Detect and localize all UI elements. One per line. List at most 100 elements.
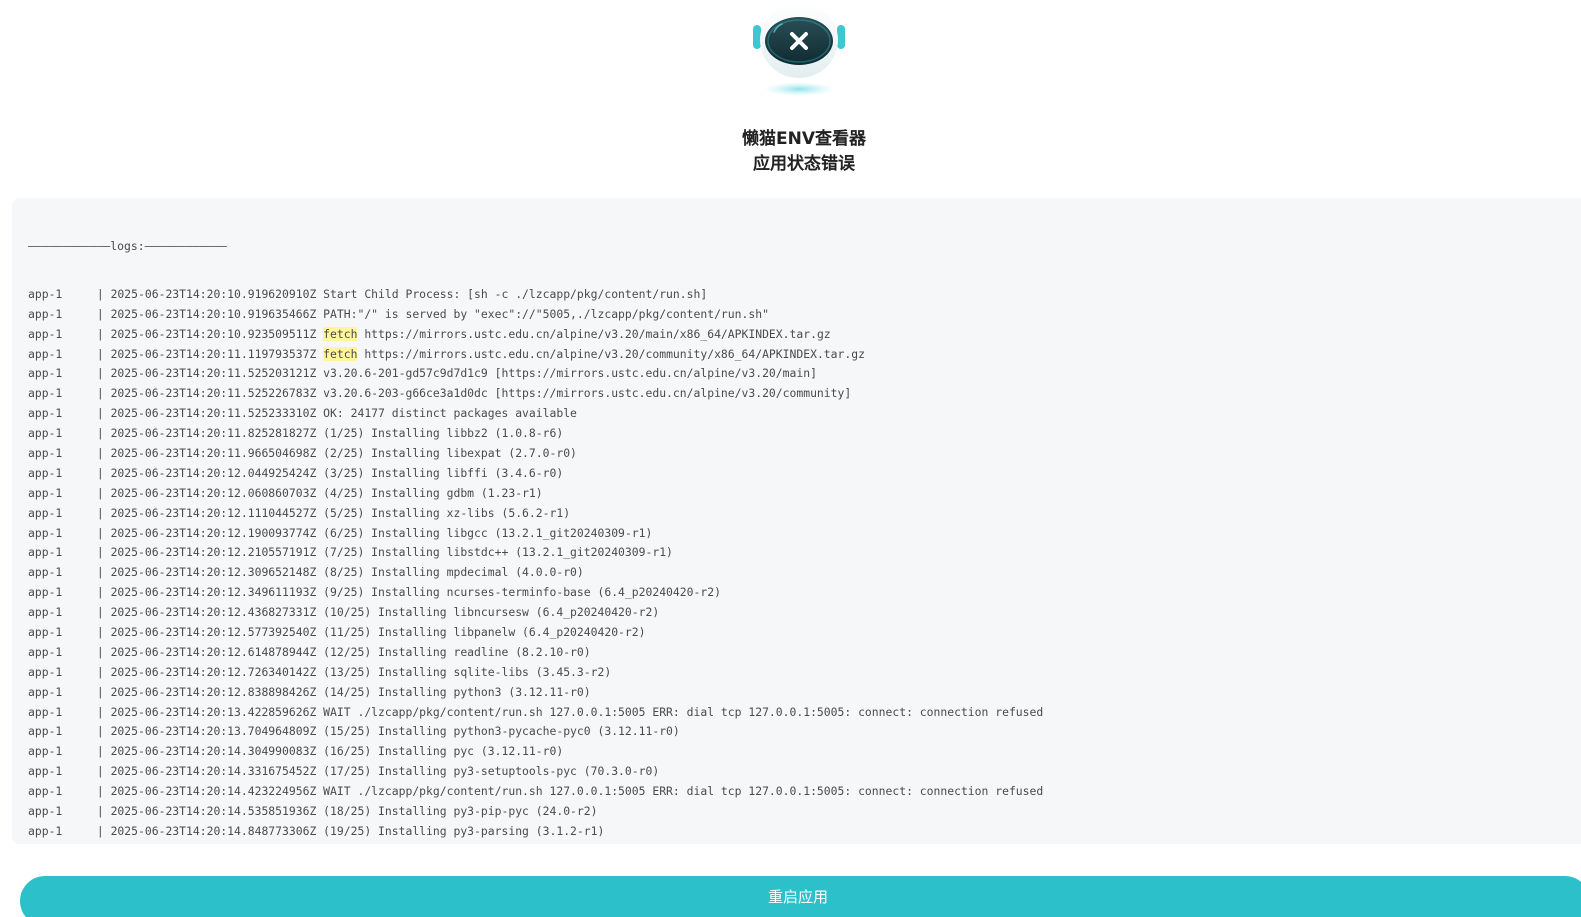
log-timestamp: 2025-06-23T14:20:12.060860703Z xyxy=(110,485,317,500)
log-service-name: app-1 xyxy=(28,784,63,799)
log-timestamp: 2025-06-23T14:20:13.422859626Z xyxy=(110,704,317,719)
log-line: app-1 | 2025-06-23T14:20:11.525233310Z O… xyxy=(28,404,1043,424)
log-message: Start Child Process: [sh -c ./lzcapp/pkg… xyxy=(323,286,708,301)
log-message: (14/25) Installing python3 (3.12.11-r0) xyxy=(323,684,591,699)
log-line: app-1 | 2025-06-23T14:20:12.614878944Z (… xyxy=(28,643,1043,663)
log-timestamp: 2025-06-23T14:20:14.848773306Z xyxy=(110,823,317,838)
log-message: WAIT ./lzcapp/pkg/content/run.sh 127.0.0… xyxy=(323,784,1044,799)
log-separator: | xyxy=(90,446,111,461)
log-separator: | xyxy=(90,346,111,361)
title-block: 懒猫ENV查看器 应用状态错误 xyxy=(0,127,1581,177)
log-service-name: app-1 xyxy=(28,644,63,659)
log-line: app-1 | 2025-06-23T14:20:12.349611193Z (… xyxy=(28,583,1043,603)
log-service-name: app-1 xyxy=(28,465,63,480)
log-service-name: app-1 xyxy=(28,346,63,361)
status-title: 应用状态错误 xyxy=(753,154,855,174)
log-separator: | xyxy=(90,764,111,779)
log-line: app-1 | 2025-06-23T14:20:12.190093774Z (… xyxy=(28,524,1043,544)
log-message: (18/25) Installing py3-pip-pyc (24.0-r2) xyxy=(323,804,598,819)
log-message: PATH:"/" is served by "exec"://"5005,./l… xyxy=(323,306,769,321)
log-timestamp: 2025-06-23T14:20:12.210557191Z xyxy=(110,545,317,560)
log-service-name: app-1 xyxy=(28,744,63,759)
log-service-name: app-1 xyxy=(28,565,63,580)
log-line: app-1 | 2025-06-23T14:20:10.919620910Z S… xyxy=(28,285,1043,305)
log-timestamp: 2025-06-23T14:20:11.119793537Z xyxy=(110,346,317,361)
log-line: app-1 | 2025-06-23T14:20:12.060860703Z (… xyxy=(28,484,1043,504)
log-line: app-1 | 2025-06-23T14:20:13.422859626Z W… xyxy=(28,703,1043,723)
log-separator: | xyxy=(90,684,111,699)
log-service-name: app-1 xyxy=(28,366,63,381)
log-timestamp: 2025-06-23T14:20:12.838898426Z xyxy=(110,684,317,699)
log-separator: | xyxy=(90,804,111,819)
log-service-name: app-1 xyxy=(28,842,90,845)
log-panel[interactable]: ————————————logs:———————————— app-1 | 20… xyxy=(12,198,1581,844)
log-separator: | xyxy=(90,366,111,381)
log-service-name: app-1 xyxy=(28,804,63,819)
log-timestamp: 2025-06-23T14:20:12.309652148Z xyxy=(110,565,317,580)
log-service-name: app-1 xyxy=(28,545,63,560)
log-service-name: app-1 xyxy=(28,306,63,321)
log-separator: | xyxy=(90,465,111,480)
log-timestamp: 2025-06-23T14:20:12.044925424Z xyxy=(110,465,317,480)
restart-app-button[interactable]: 重启应用 xyxy=(20,876,1581,917)
log-line: app-1 | 2025-06-23T14:20:11.525226783Z v… xyxy=(28,384,1043,404)
log-timestamp: 2025-06-23T14:20:10.919620910Z xyxy=(110,286,317,301)
log-line: app-1 | 2025-06-23T14:20:12.838898426Z (… xyxy=(28,683,1043,703)
log-message: https://mirrors.ustc.edu.cn/alpine/v3.20… xyxy=(357,346,865,361)
log-separator: | xyxy=(90,565,111,580)
log-timestamp: 2025-06-23T14:20:11.525233310Z xyxy=(110,406,317,421)
log-line: app-1 | 2025-06-23T14:20:12.726340142Z (… xyxy=(28,663,1043,683)
log-timestamp: 2025-06-23T14:20:12.349611193Z xyxy=(110,585,317,600)
log-separator: | xyxy=(90,744,111,759)
log-line: app-1 | 2025-06-23T14:20:11.525203121Z v… xyxy=(28,364,1043,384)
log-message: v3.20.6-203-g66ce3a1d0dc [https://mirror… xyxy=(323,386,852,401)
log-timestamp: 2025-06-23T14:20:11.525203121Z xyxy=(110,366,317,381)
log-message: (16/25) Installing pyc (3.12.11-r0) xyxy=(323,744,564,759)
log-line: app-1 | 2025-06-23T14:20:11.825281827Z (… xyxy=(28,424,1043,444)
log-service-name: app-1 xyxy=(28,724,63,739)
log-service-name: app-1 xyxy=(28,764,63,779)
log-message: (4/25) Installing gdbm (1.23-r1) xyxy=(323,485,543,500)
log-separator: | xyxy=(90,625,111,640)
log-message: (8/25) Installing mpdecimal (4.0.0-r0) xyxy=(323,565,584,580)
log-timestamp: 2025-06-23T14:20:11.825281827Z xyxy=(110,426,317,441)
log-service-name: app-1 xyxy=(28,823,63,838)
log-lines: app-1 | 2025-06-23T14:20:10.919620910Z S… xyxy=(28,285,1043,844)
log-line: app-1 | 2025-06-23T14:20:11.966504698Z (… xyxy=(28,444,1043,464)
log-line: app-1 | 2025-06-23T14:20:14.423224956Z W… xyxy=(28,782,1043,802)
log-separator: | xyxy=(90,664,111,679)
restart-app-label: 重启应用 xyxy=(767,888,828,906)
log-service-name: app-1 xyxy=(28,525,63,540)
log-highlight: fetch xyxy=(323,346,358,361)
log-separator: | xyxy=(90,704,111,719)
log-line: app-1 | 2025-06-23T14:20:14.331675452Z (… xyxy=(28,762,1043,782)
log-line: app-1 | 2025-06-23T14:20:14.848773306Z (… xyxy=(28,822,1043,842)
log-line: app-1 | 2025-06-23T14:20:12.577392540Z (… xyxy=(28,623,1043,643)
log-line: app-1 | 2025-06-23T14:20:12.111044527Z (… xyxy=(28,504,1043,524)
log-timestamp: 2025-06-23T14:20:14.535851936Z xyxy=(110,804,317,819)
log-message: OK: 24177 distinct packages available xyxy=(323,406,577,421)
log-service-name: app-1 xyxy=(28,704,63,719)
log-service-name: app-1 xyxy=(28,684,63,699)
log-message: (10/25) Installing libncursesw (6.4_p202… xyxy=(323,605,660,620)
log-timestamp: 2025-06-23T14:20:13.704964809Z xyxy=(110,724,317,739)
log-content: ————————————logs:———————————— app-1 | 20… xyxy=(28,209,1043,844)
log-separator: | xyxy=(90,426,111,441)
log-timestamp: 2025-06-23T14:20:12.726340142Z xyxy=(110,664,317,679)
log-service-name: app-1 xyxy=(28,664,63,679)
log-header: ————————————logs:———————————— xyxy=(28,239,227,253)
log-timestamp: 2025-06-23T14:20:12.190093774Z xyxy=(110,525,317,540)
log-timestamp: 2025-06-23T14:20:14.423224956Z xyxy=(110,784,317,799)
log-message: (12/25) Installing readline (8.2.10-r0) xyxy=(323,644,591,659)
log-line: app-1 | 2025-06-23T14:20:11.119793537Z f… xyxy=(28,345,1043,365)
log-service-name: app-1 xyxy=(28,426,63,441)
log-line: app-1 | 2025-06-23T14:20:14.925541461Z (… xyxy=(28,842,1043,845)
log-separator: | xyxy=(90,605,111,620)
log-separator: | xyxy=(90,326,111,341)
log-message: (17/25) Installing py3-setuptools-pyc (7… xyxy=(323,764,660,779)
log-service-name: app-1 xyxy=(28,585,63,600)
log-separator: | xyxy=(90,485,111,500)
log-line: app-1 | 2025-06-23T14:20:13.704964809Z (… xyxy=(28,722,1043,742)
log-message: (9/25) Installing ncurses-terminfo-base … xyxy=(323,585,721,600)
log-timestamp: 2025-06-23T14:20:10.923509511Z xyxy=(110,326,317,341)
